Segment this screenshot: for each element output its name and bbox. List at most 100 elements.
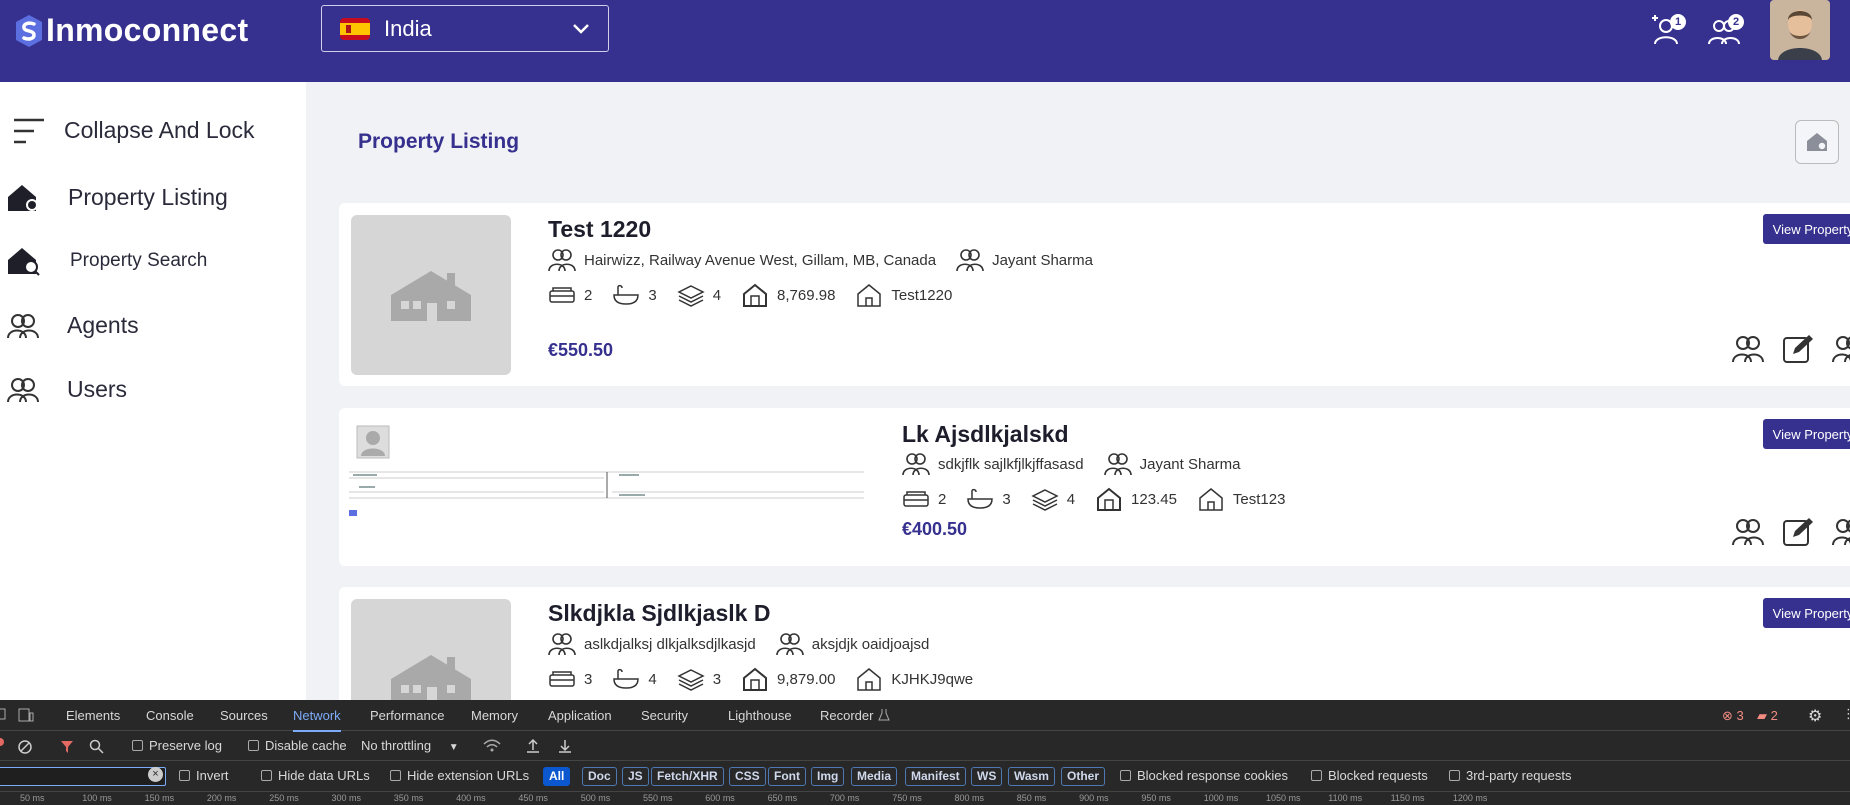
property-title[interactable]: Test 1220	[548, 216, 651, 243]
hide-extension-urls-checkbox[interactable]: Hide extension URLs	[390, 768, 529, 783]
filter-other[interactable]: Other	[1061, 767, 1106, 786]
edit-icon[interactable]	[1781, 517, 1815, 547]
timeline-tick-label: 750 ms	[892, 793, 922, 803]
country-selector[interactable]: India	[321, 5, 609, 52]
sidebar-item-agents[interactable]: Agents	[0, 300, 306, 350]
third-party-checkbox[interactable]: 3rd-party requests	[1449, 768, 1572, 783]
tab-application[interactable]: Application	[548, 708, 612, 723]
tab-recorder[interactable]: Recorder	[820, 708, 873, 723]
filter-doc[interactable]: Doc	[582, 767, 617, 786]
add-user-button[interactable]: 1	[1648, 12, 1686, 48]
filter-css[interactable]: CSS	[729, 767, 766, 786]
team-button[interactable]: 2	[1706, 12, 1744, 48]
property-card: Lk Ajsdlkjalskd sdkjflk sajlkfjlkjffasas…	[339, 408, 1850, 566]
floors-count: 4	[712, 286, 722, 304]
checkbox-box	[179, 770, 190, 781]
property-image-screenshot[interactable]	[349, 418, 864, 528]
error-count[interactable]: ⊗ 3	[1722, 708, 1744, 724]
location-people-icon	[548, 249, 576, 272]
gear-icon[interactable]: ⚙	[1808, 706, 1822, 726]
filter-all[interactable]: All	[543, 767, 571, 786]
tab-sources[interactable]: Sources	[220, 708, 268, 723]
timeline-tick-label: 50 ms	[20, 793, 45, 803]
record-icon[interactable]	[0, 738, 4, 746]
tab-security[interactable]: Security	[641, 708, 688, 723]
checkbox-box	[1449, 770, 1460, 781]
timeline-tick-label: 1100 ms	[1328, 793, 1363, 803]
tab-network[interactable]: Network	[293, 708, 341, 732]
inspect-icon[interactable]	[0, 708, 6, 722]
sidebar-item-property-listing[interactable]: Property Listing	[0, 172, 306, 222]
view-property-button[interactable]: View Property	[1763, 598, 1850, 628]
hide-data-urls-checkbox[interactable]: Hide data URLs	[261, 768, 370, 783]
clear-filter-icon[interactable]: ×	[148, 767, 163, 782]
import-har-icon[interactable]	[526, 738, 540, 754]
tab-performance[interactable]: Performance	[370, 708, 444, 723]
tab-elements[interactable]: Elements	[66, 708, 120, 723]
assign-agent-icon[interactable]	[1731, 517, 1765, 547]
filter-wasm[interactable]: Wasm	[1008, 767, 1055, 786]
sidebar-item-label: Property Search	[70, 250, 208, 271]
sidebar-item-property-search[interactable]: Property Search	[0, 236, 306, 286]
filter-icon[interactable]	[60, 739, 74, 755]
search-icon[interactable]	[89, 739, 105, 755]
property-title[interactable]: Lk Ajsdlkjalskd	[902, 421, 1069, 448]
brand-logo[interactable]: Inmoconnect	[14, 12, 248, 49]
filter-img[interactable]: Img	[811, 767, 845, 786]
assign-agent-icon[interactable]	[1731, 334, 1765, 364]
filter-ws[interactable]: WS	[971, 767, 1003, 786]
house-outline-icon	[1199, 488, 1223, 511]
tab-console[interactable]: Console	[146, 708, 194, 723]
house-placeholder-icon	[391, 655, 471, 700]
checkbox-box	[390, 770, 401, 781]
timeline-tick-label: 1150 ms	[1390, 793, 1425, 803]
filter-input[interactable]	[0, 767, 166, 786]
area-value: 9,879.00	[777, 670, 836, 688]
filter-media[interactable]: Media	[851, 767, 898, 786]
checkbox-box	[261, 770, 272, 781]
invert-checkbox[interactable]: Invert	[179, 768, 229, 783]
baths-count: 4	[648, 670, 657, 688]
edit-icon[interactable]	[1781, 334, 1815, 364]
clear-icon[interactable]	[17, 739, 33, 755]
blocked-cookies-checkbox[interactable]: Blocked response cookies	[1120, 768, 1288, 783]
throttling-select[interactable]: No throttling ▼	[361, 738, 459, 753]
filter-font[interactable]: Font	[768, 767, 806, 786]
home-search-button[interactable]	[1795, 120, 1839, 164]
users-icon[interactable]	[1831, 517, 1850, 547]
tab-memory[interactable]: Memory	[471, 708, 518, 723]
property-title[interactable]: Slkdjkla Sjdlkjaslk D	[548, 600, 770, 627]
device-toolbar-icon[interactable]	[18, 708, 34, 722]
issue-count[interactable]: ▰ 2	[1757, 708, 1778, 724]
disable-cache-checkbox[interactable]: Disable cache	[248, 738, 347, 753]
notification-badge: 2	[1728, 14, 1744, 30]
view-property-button[interactable]: View Property	[1763, 214, 1850, 244]
network-conditions-icon[interactable]	[483, 739, 501, 753]
sidebar-item-collapse[interactable]: Collapse And Lock	[0, 105, 306, 155]
timeline-tick-label: 250 ms	[269, 793, 299, 803]
filter-js[interactable]: JS	[622, 767, 649, 786]
view-property-button[interactable]: View Property	[1763, 419, 1850, 449]
logo-mark-icon	[16, 14, 42, 47]
timeline-tick-label: 1050 ms	[1266, 793, 1301, 803]
preserve-log-checkbox[interactable]: Preserve log	[132, 738, 222, 753]
house-search-icon	[1807, 133, 1827, 151]
property-address: aslkdjalksj dlkjalksdjlkasjd	[584, 635, 756, 653]
more-icon[interactable]: ⋮	[1842, 706, 1850, 722]
timeline-tick-label: 1000 ms	[1203, 793, 1239, 803]
property-thumbnail[interactable]	[351, 599, 511, 700]
error-count-value: 3	[1736, 708, 1744, 723]
sidebar-item-label: Property Listing	[68, 183, 228, 210]
sidebar: Collapse And Lock Property Listing Prope…	[0, 82, 306, 700]
filter-manifest[interactable]: Manifest	[905, 767, 966, 786]
devtools-tabbar: Elements Console Sources Network Perform…	[0, 700, 1850, 732]
blocked-requests-checkbox[interactable]: Blocked requests	[1311, 768, 1428, 783]
export-har-icon[interactable]	[558, 738, 572, 754]
property-thumbnail[interactable]	[351, 215, 511, 375]
user-avatar[interactable]	[1770, 0, 1830, 60]
sidebar-item-users[interactable]: Users	[0, 364, 306, 414]
users-icon	[7, 378, 39, 403]
tab-lighthouse[interactable]: Lighthouse	[728, 708, 792, 723]
users-icon[interactable]	[1831, 334, 1850, 364]
filter-fetch-xhr[interactable]: Fetch/XHR	[651, 767, 724, 786]
